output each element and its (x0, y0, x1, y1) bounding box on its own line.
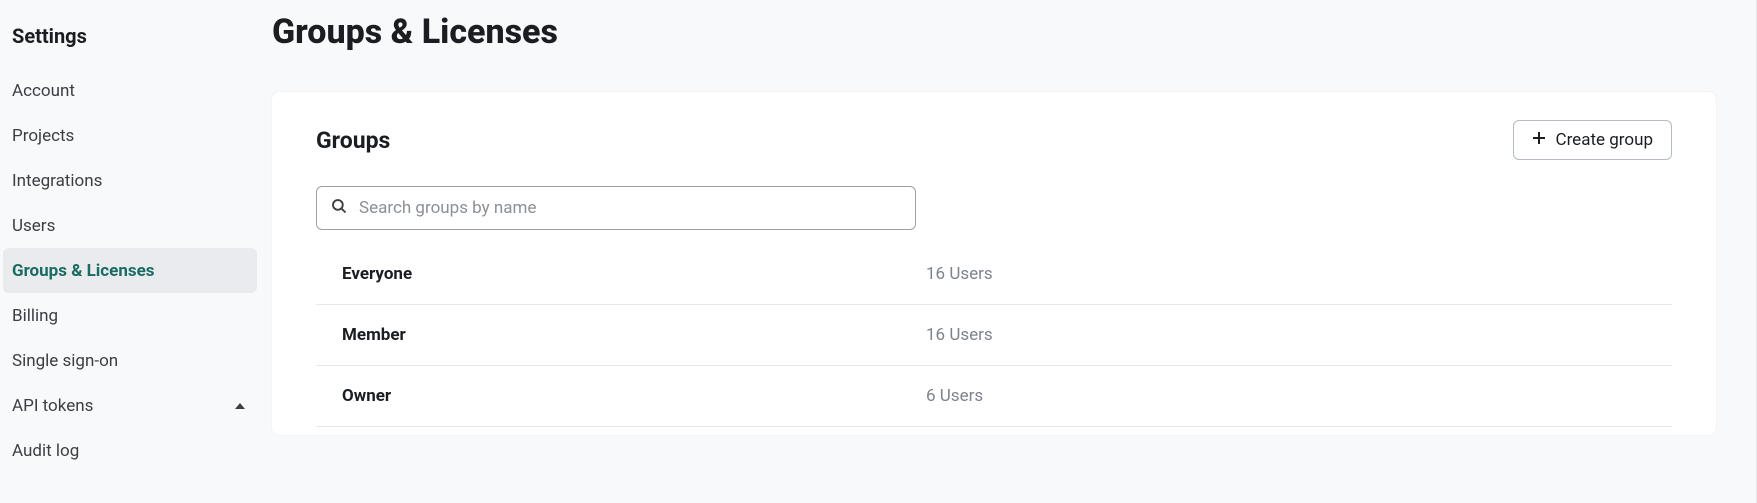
group-user-count: 16 Users (926, 325, 993, 345)
create-group-button-label: Create group (1556, 130, 1653, 150)
search-groups-input[interactable] (316, 186, 916, 230)
search-container (316, 186, 916, 230)
sidebar-item-users[interactable]: Users (3, 203, 257, 248)
page-title: Groups & Licenses (272, 12, 1716, 52)
sidebar-item-billing[interactable]: Billing (3, 293, 257, 338)
sidebar-item-api-tokens[interactable]: API tokens (3, 383, 257, 428)
sidebar-item-integrations[interactable]: Integrations (3, 158, 257, 203)
sidebar-item-projects[interactable]: Projects (3, 113, 257, 158)
group-name: Owner (342, 386, 926, 406)
group-name: Everyone (342, 264, 926, 284)
sidebar-item-label: Projects (12, 126, 74, 146)
sidebar-item-audit-log[interactable]: Audit log (3, 428, 257, 473)
sidebar-title: Settings (0, 18, 260, 68)
groups-section-title: Groups (316, 127, 390, 154)
sidebar-item-groups-licenses[interactable]: Groups & Licenses (3, 248, 257, 293)
group-user-count: 16 Users (926, 264, 993, 284)
settings-sidebar: Settings Account Projects Integrations U… (0, 0, 260, 503)
sidebar-item-label: API tokens (12, 396, 93, 416)
sidebar-item-label: Integrations (12, 171, 102, 191)
groups-list: Everyone 16 Users Member 16 Users Owner … (316, 244, 1672, 427)
sidebar-item-label: Single sign-on (12, 351, 118, 371)
sidebar-item-label: Audit log (12, 441, 79, 461)
sidebar-item-label: Groups & Licenses (12, 261, 155, 281)
group-row[interactable]: Member 16 Users (316, 305, 1672, 366)
main-content: Groups & Licenses Groups Create group Ev… (260, 0, 1756, 503)
plus-icon (1532, 131, 1546, 149)
sidebar-item-account[interactable]: Account (3, 68, 257, 113)
group-name: Member (342, 325, 926, 345)
sidebar-item-label: Billing (12, 306, 58, 326)
sidebar-item-single-sign-on[interactable]: Single sign-on (3, 338, 257, 383)
groups-card-header: Groups Create group (316, 120, 1672, 160)
group-user-count: 6 Users (926, 386, 983, 406)
sidebar-item-label: Account (12, 81, 75, 101)
create-group-button[interactable]: Create group (1513, 120, 1672, 160)
group-row[interactable]: Owner 6 Users (316, 366, 1672, 427)
sidebar-nav-list: Account Projects Integrations Users Grou… (0, 68, 260, 473)
caret-up-icon (235, 403, 245, 409)
groups-card: Groups Create group Everyone 16 Users Me… (272, 92, 1716, 435)
group-row[interactable]: Everyone 16 Users (316, 244, 1672, 305)
sidebar-item-label: Users (12, 216, 55, 236)
